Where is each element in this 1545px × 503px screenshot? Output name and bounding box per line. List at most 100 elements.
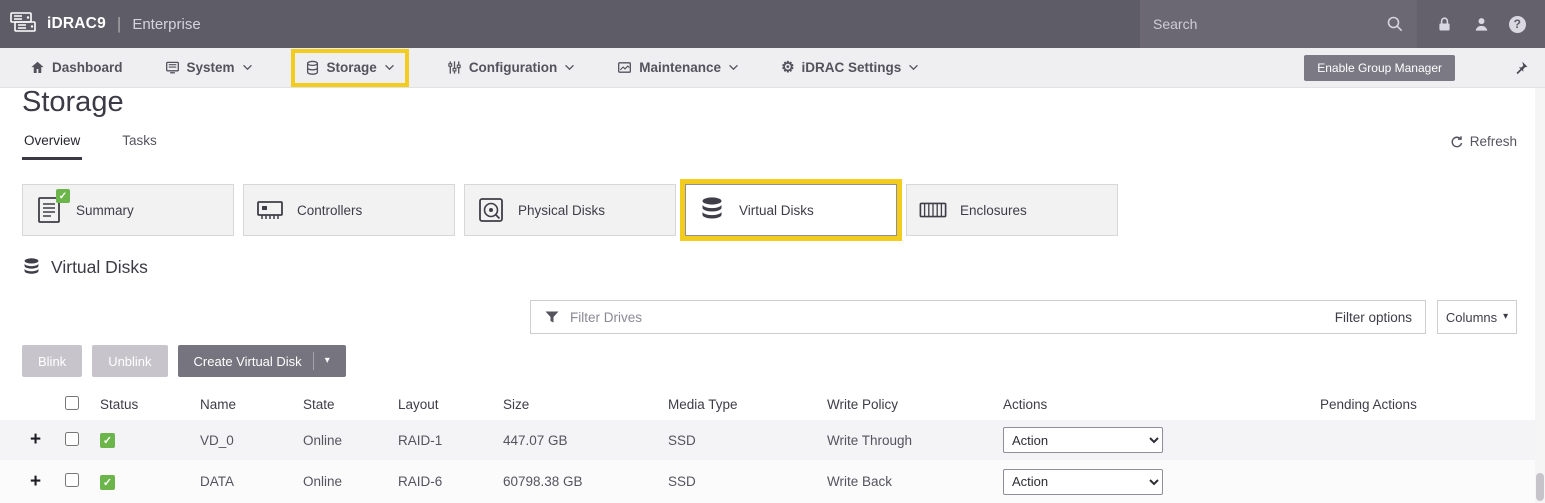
unblink-button[interactable]: Unblink <box>92 345 167 377</box>
nav-item-idrac-settings[interactable]: ⚙ iDRAC Settings <box>781 60 919 75</box>
chevron-down-icon <box>728 64 739 71</box>
nav-item-configuration[interactable]: Configuration <box>447 60 575 75</box>
refresh-icon <box>1450 135 1464 149</box>
card-physical-disks[interactable]: Physical Disks <box>464 184 676 236</box>
status-ok-icon: ✓ <box>100 433 115 448</box>
virtual-disks-section-icon <box>22 257 41 278</box>
card-label: Virtual Disks <box>739 203 814 218</box>
cell-media-type: SSD <box>668 433 827 448</box>
maintenance-icon <box>617 60 632 75</box>
nav-item-dashboard[interactable]: Dashboard <box>30 60 123 75</box>
user-icon[interactable] <box>1473 16 1490 33</box>
search-icon[interactable] <box>1386 15 1404 33</box>
cell-layout: RAID-6 <box>398 474 503 489</box>
nav-item-storage[interactable]: Storage <box>295 53 405 83</box>
refresh-label: Refresh <box>1470 134 1517 149</box>
system-icon <box>165 60 180 75</box>
ok-badge-icon: ✓ <box>56 189 70 203</box>
card-label: Controllers <box>297 203 362 218</box>
cell-state: Online <box>303 474 398 489</box>
brand-name: iDRAC9 <box>47 15 106 33</box>
card-summary[interactable]: ✓ Summary <box>22 184 234 236</box>
table-row: + ✓ VD_0 Online RAID-1 447.07 GB SSD Wri… <box>0 420 1535 460</box>
select-all-checkbox[interactable] <box>65 396 79 410</box>
configuration-icon <box>447 60 462 75</box>
nav-item-system[interactable]: System <box>165 60 253 75</box>
create-virtual-disk-button[interactable]: Create Virtual Disk ▾ <box>178 345 346 377</box>
check-glyph: ✓ <box>103 476 112 489</box>
main-nav: Dashboard System Storage <box>0 48 1545 88</box>
table-header: Status Name State Layout Size Media Type… <box>0 388 1535 420</box>
card-label: Physical Disks <box>518 203 605 218</box>
search-input[interactable] <box>1153 16 1378 32</box>
nav-label: Maintenance <box>639 60 721 75</box>
column-header-name: Name <box>200 397 303 412</box>
nav-label: Dashboard <box>52 60 123 75</box>
topbar: iDRAC9 | Enterprise <box>0 0 1545 48</box>
help-icon[interactable]: ? <box>1509 16 1526 33</box>
tab-overview[interactable]: Overview <box>22 133 82 160</box>
refresh-button[interactable]: Refresh <box>1450 134 1517 149</box>
section-head: Virtual Disks <box>22 257 148 278</box>
controllers-icon <box>256 195 284 225</box>
cell-name: DATA <box>200 474 303 489</box>
cell-state: Online <box>303 433 398 448</box>
home-icon <box>30 60 45 75</box>
topbar-search <box>1140 0 1417 48</box>
vertical-scrollbar-track[interactable] <box>1535 88 1545 503</box>
column-header-size: Size <box>503 397 668 412</box>
nav-label: System <box>187 60 235 75</box>
chevron-down-icon <box>242 64 253 71</box>
cell-name: VD_0 <box>200 433 303 448</box>
idrac-logo-icon <box>8 9 38 39</box>
lock-icon[interactable] <box>1436 16 1453 33</box>
row-action-select[interactable]: Action <box>1003 469 1163 495</box>
page-title: Storage <box>22 86 124 119</box>
enable-group-manager-button[interactable]: Enable Group Manager <box>1304 55 1455 81</box>
table-row: + ✓ DATA Online RAID-6 60798.38 GB SSD W… <box>0 460 1535 503</box>
status-ok-icon: ✓ <box>100 475 115 490</box>
row-checkbox[interactable] <box>65 432 79 446</box>
section-title: Virtual Disks <box>51 257 148 278</box>
row-checkbox[interactable] <box>65 473 79 487</box>
filter-options-link[interactable]: Filter options <box>1335 310 1412 325</box>
storage-icon <box>305 60 320 76</box>
virtual-disks-table: Status Name State Layout Size Media Type… <box>0 388 1535 503</box>
chevron-down-icon <box>384 64 395 71</box>
chevron-down-icon: ▾ <box>1503 312 1508 322</box>
columns-dropdown-button[interactable]: Columns ▾ <box>1437 300 1517 334</box>
pin-icon[interactable] <box>1513 60 1529 76</box>
filter-drives-input[interactable] <box>570 310 1325 325</box>
card-virtual-disks[interactable]: Virtual Disks <box>685 184 897 236</box>
column-header-state: State <box>303 397 398 412</box>
column-header-pending-actions: Pending Actions <box>1320 397 1535 412</box>
expand-row-button[interactable]: + <box>22 429 65 451</box>
summary-icon: ✓ <box>35 195 63 225</box>
column-header-write-policy: Write Policy <box>827 397 1003 412</box>
tab-tasks[interactable]: Tasks <box>120 133 159 160</box>
tabs: Overview Tasks <box>22 133 159 160</box>
idrac-storage-screen: iDRAC9 | Enterprise <box>0 0 1545 503</box>
topbar-icons: ? <box>1417 0 1545 48</box>
table-toolbar: Blink Unblink Create Virtual Disk ▾ <box>22 345 346 377</box>
enclosures-icon <box>919 195 947 225</box>
nav-label: iDRAC Settings <box>802 60 902 75</box>
expand-row-button[interactable]: + <box>22 471 65 493</box>
blink-button[interactable]: Blink <box>22 345 82 377</box>
vertical-scrollbar-thumb[interactable] <box>1536 473 1544 501</box>
create-virtual-disk-label: Create Virtual Disk <box>194 354 302 369</box>
gear-icon: ⚙ <box>781 60 794 75</box>
cell-write-policy: Write Back <box>827 474 1003 489</box>
cell-media-type: SSD <box>668 474 827 489</box>
nav-item-maintenance[interactable]: Maintenance <box>617 60 739 75</box>
card-enclosures[interactable]: Enclosures <box>906 184 1118 236</box>
column-header-actions: Actions <box>1003 397 1320 412</box>
card-controllers[interactable]: Controllers <box>243 184 455 236</box>
chevron-down-icon <box>908 64 919 71</box>
row-action-select[interactable]: Action <box>1003 427 1163 453</box>
brand-edition: Enterprise <box>132 16 200 33</box>
cell-write-policy: Write Through <box>827 433 1003 448</box>
button-divider <box>313 352 314 370</box>
check-glyph: ✓ <box>59 191 67 202</box>
nav-label: Storage <box>327 60 377 75</box>
